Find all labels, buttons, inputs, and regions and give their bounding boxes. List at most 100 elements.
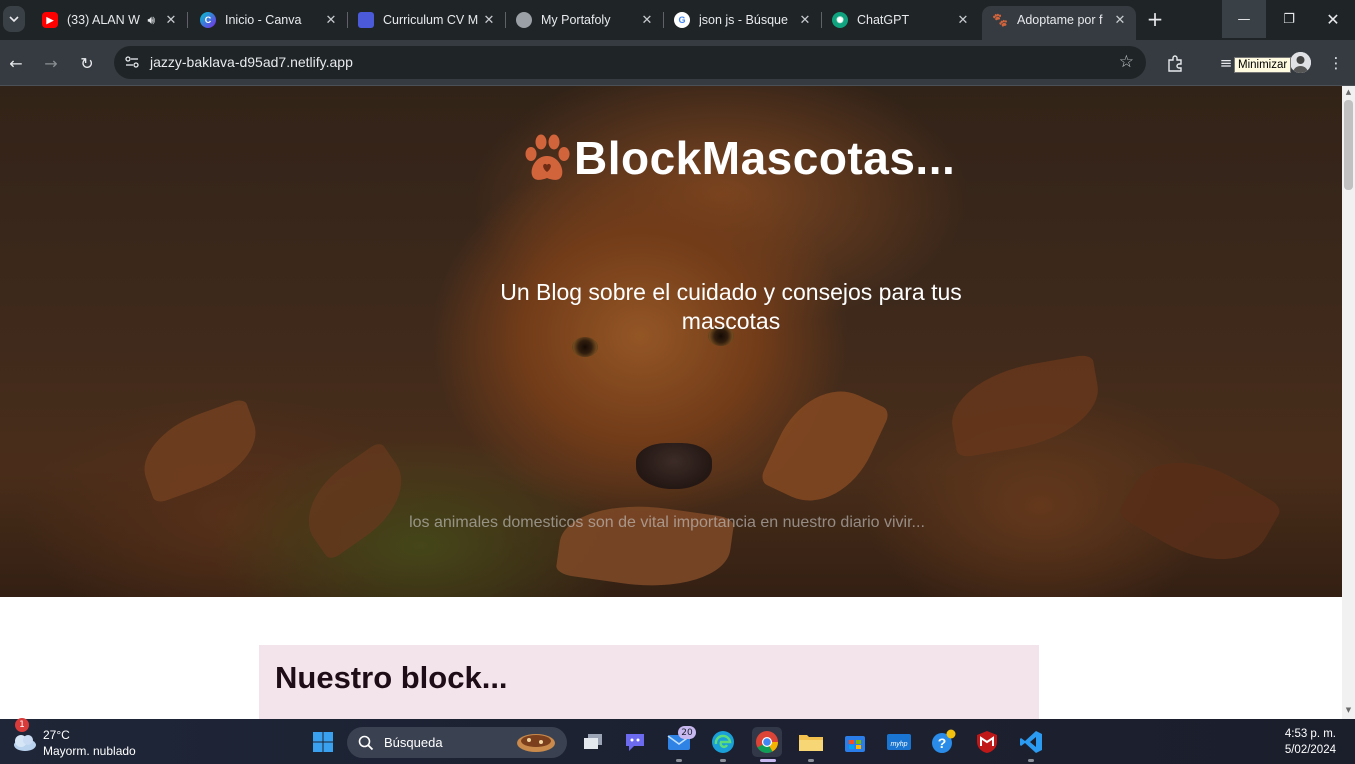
bookmark-star-icon[interactable]: ☆ [1119, 52, 1134, 72]
more-menu-icon[interactable]: ⋮ [1325, 52, 1347, 74]
close-tab-icon[interactable]: ✕ [1112, 12, 1128, 28]
scroll-down-icon[interactable]: ▼ [1344, 706, 1353, 716]
puzzle-icon [1168, 55, 1182, 72]
active-indicator [760, 759, 776, 762]
chatgpt-icon: ✺ [832, 12, 848, 28]
back-button[interactable]: ← [3, 50, 29, 76]
minimize-button[interactable]: — [1222, 0, 1266, 38]
taskbar-search[interactable]: Búsqueda [347, 727, 567, 758]
tab-title: Inicio - Canva [225, 13, 302, 27]
start-button[interactable] [308, 727, 338, 757]
close-tab-icon[interactable]: ✕ [639, 12, 655, 28]
vscode-button[interactable] [1016, 727, 1046, 757]
teams-chat-button[interactable] [620, 727, 650, 757]
tab-title: (33) ALAN W [67, 13, 140, 27]
tab-title: ChatGPT [857, 13, 910, 27]
task-view-icon [584, 734, 602, 749]
extensions-icon[interactable] [1164, 52, 1186, 74]
edge-icon [712, 731, 734, 753]
edge-button[interactable] [708, 727, 738, 757]
blog-section-card: Nuestro block... [259, 645, 1039, 719]
tab-strip: ▶ (33) ALAN W 🔊︎ ✕ C Inicio - Canva ✕ Cu… [0, 0, 1355, 40]
task-view-button[interactable] [578, 727, 608, 757]
svg-text:myhp: myhp [890, 741, 907, 748]
plus-icon: + [1146, 7, 1164, 31]
weather-description: Mayorm. nublado [43, 744, 136, 758]
mail-badge: 20 [678, 726, 696, 739]
tab-title: Curriculum CV M [383, 13, 479, 27]
help-button[interactable]: ? [928, 727, 958, 757]
clock-time: 4:53 p. m. [1284, 728, 1336, 740]
vscode-icon [1020, 731, 1042, 753]
site-info-icon[interactable] [124, 54, 140, 70]
minimize-tooltip: Minimizar [1234, 57, 1292, 73]
arrow-left-icon: ← [9, 53, 23, 73]
search-highlight-icon [517, 734, 555, 752]
section-title: Nuestro block... [275, 660, 508, 695]
arrow-right-icon: → [44, 53, 58, 73]
search-icon [358, 735, 374, 751]
speaker-icon[interactable]: 🔊︎ [147, 13, 155, 28]
restore-button[interactable]: ❐ [1267, 0, 1311, 38]
running-indicator [720, 759, 726, 762]
paw-icon: 🐾︎ [991, 11, 1009, 28]
cv-icon [358, 12, 374, 28]
windows-taskbar: 1 27°C Mayorm. nublado Búsqueda 20 myhp … [0, 718, 1355, 764]
chrome-icon [756, 731, 778, 753]
page-scrollbar[interactable]: ▲ ▼ [1342, 86, 1355, 719]
new-tab-button[interactable]: + [1144, 7, 1166, 31]
tab-chatgpt[interactable]: ✺ ChatGPT ✕ [822, 6, 979, 34]
site-brand[interactable]: BlockMascotas... [522, 131, 955, 185]
hero-subtitle: Un Blog sobre el cuidado y consejos para… [500, 279, 962, 334]
tab-portafoly[interactable]: My Portafoly ✕ [506, 6, 664, 34]
running-indicator [676, 759, 682, 762]
youtube-icon: ▶ [42, 12, 58, 28]
forward-button[interactable]: → [38, 50, 64, 76]
tab-youtube[interactable]: ▶ (33) ALAN W 🔊︎ ✕ [32, 6, 188, 34]
profile-avatar[interactable] [1290, 52, 1311, 73]
minimize-icon: — [1237, 11, 1251, 27]
windows-logo-icon [313, 732, 333, 752]
hero-banner: BlockMascotas... Un Blog sobre el cuidad… [0, 86, 1342, 597]
help-icon: ? [932, 729, 956, 753]
canva-icon: C [200, 12, 216, 28]
tab-search-button[interactable] [3, 6, 25, 32]
store-button[interactable] [840, 727, 870, 757]
avatar-image [1290, 52, 1311, 73]
running-indicator [808, 759, 814, 762]
paw-logo-icon [525, 134, 570, 180]
chat-icon [626, 734, 644, 751]
close-tab-icon[interactable]: ✕ [323, 12, 339, 28]
myhp-button[interactable]: myhp [884, 727, 914, 757]
reload-icon: ↻ [80, 53, 94, 73]
folder-icon [799, 735, 823, 751]
search-label: Búsqueda [384, 735, 443, 750]
tab-canva[interactable]: C Inicio - Canva ✕ [190, 6, 348, 34]
close-window-button[interactable]: ✕ [1311, 0, 1355, 38]
chrome-button[interactable] [752, 727, 782, 757]
myhp-icon: myhp [887, 734, 911, 750]
close-tab-icon[interactable]: ✕ [955, 12, 971, 28]
address-bar[interactable]: jazzy-baklava-d95ad7.netlify.app ☆ [114, 46, 1146, 79]
scroll-up-icon[interactable]: ▲ [1344, 88, 1353, 98]
browser-toolbar: ← → ↻ jazzy-baklava-d95ad7.netlify.app ☆… [0, 40, 1355, 86]
reload-button[interactable]: ↻ [74, 50, 100, 76]
weather-temperature: 27°C [43, 728, 70, 742]
store-icon [845, 736, 865, 752]
scrollbar-thumb[interactable] [1344, 100, 1353, 190]
close-tab-icon[interactable]: ✕ [797, 12, 813, 28]
running-indicator [1028, 759, 1034, 762]
tab-curriculum[interactable]: Curriculum CV M ✕ [348, 6, 506, 34]
url-text[interactable]: jazzy-baklava-d95ad7.netlify.app [150, 54, 353, 70]
tab-title: json js - Búsque [699, 13, 788, 27]
tab-google[interactable]: G json js - Búsque ✕ [664, 6, 822, 34]
mcafee-button[interactable] [972, 727, 1002, 757]
restore-icon: ❐ [1283, 11, 1295, 27]
clock-date: 5/02/2024 [1284, 744, 1336, 756]
close-tab-icon[interactable]: ✕ [163, 12, 179, 28]
close-tab-icon[interactable]: ✕ [481, 12, 497, 28]
tab-adoptame[interactable]: 🐾︎ Adoptame por f ✕ [982, 6, 1136, 40]
file-explorer-button[interactable] [796, 727, 826, 757]
mail-button[interactable]: 20 [664, 726, 696, 757]
mcafee-shield-icon [977, 731, 997, 753]
